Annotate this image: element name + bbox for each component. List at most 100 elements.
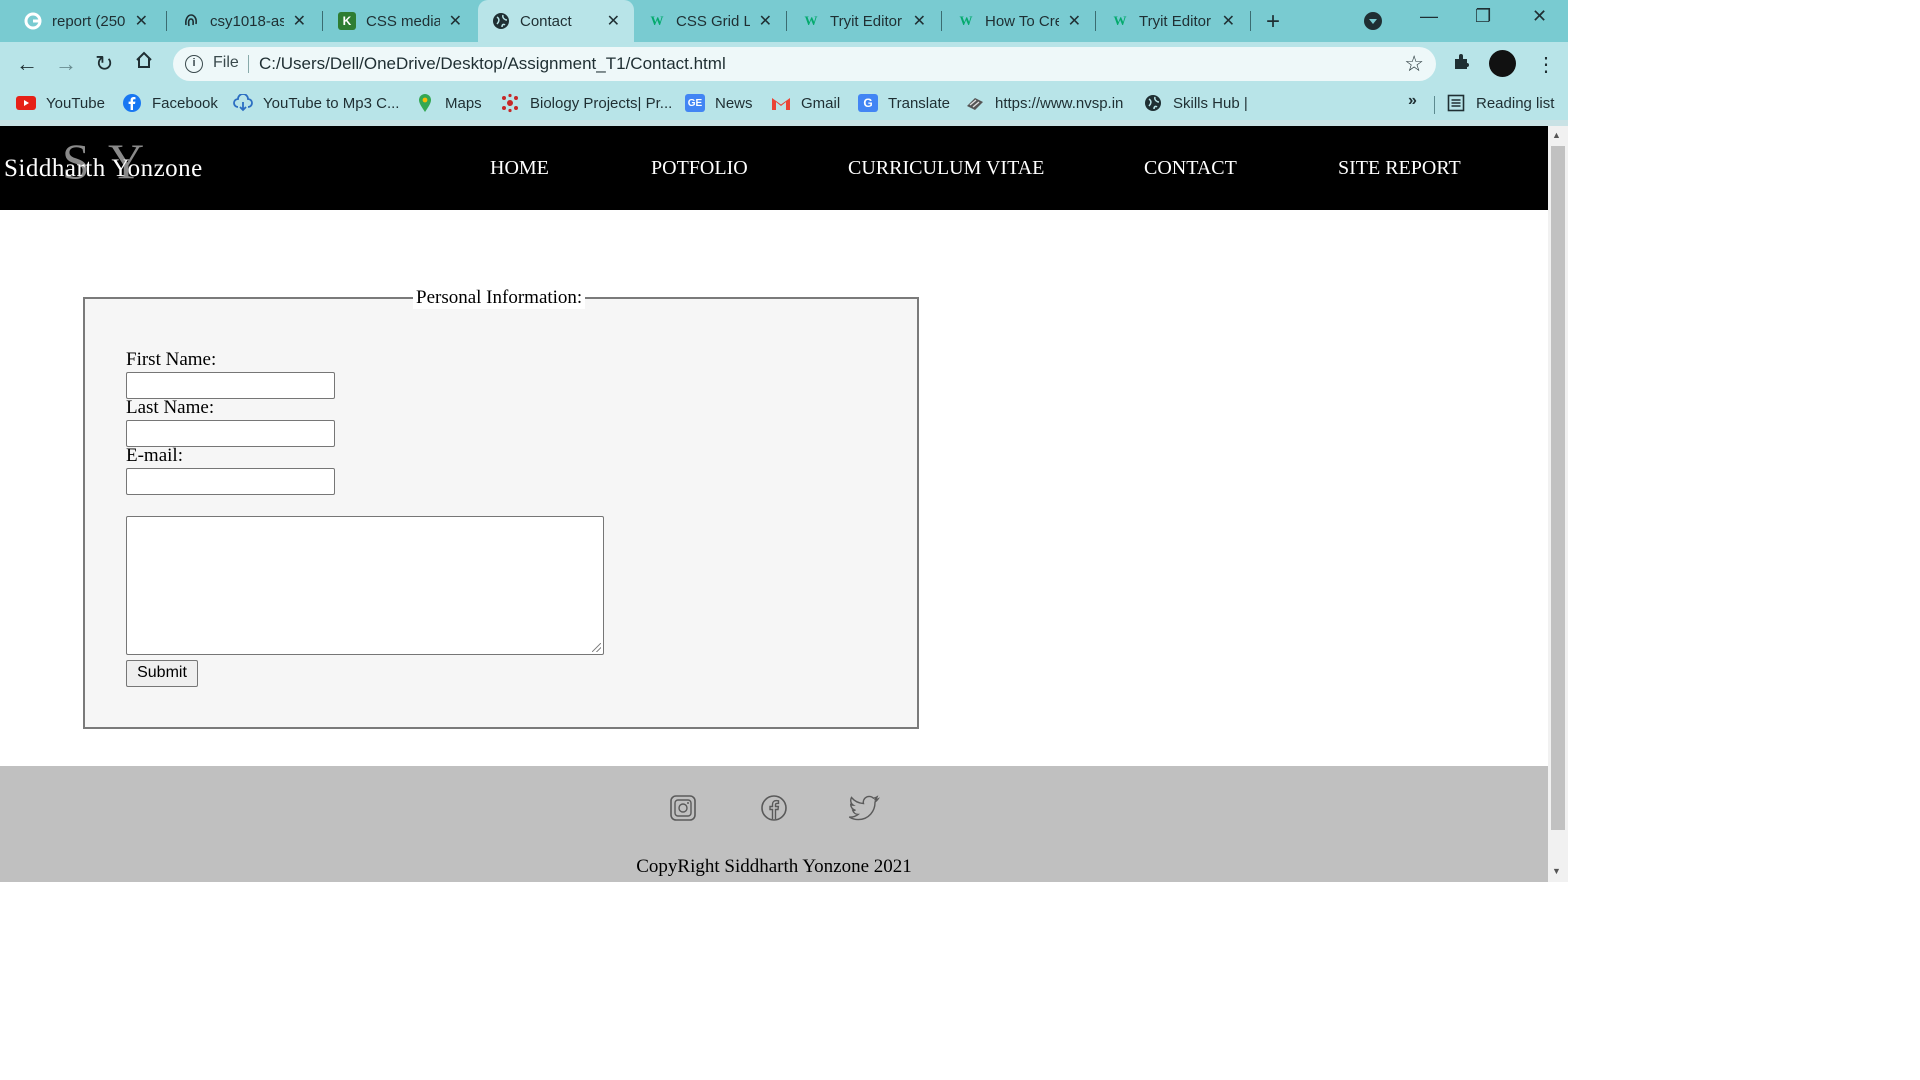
bookmarks-separator xyxy=(1434,96,1435,114)
scroll-down-arrow-icon[interactable]: ▼ xyxy=(1552,866,1561,876)
email-field[interactable] xyxy=(126,468,335,495)
bookmark-label: Translate xyxy=(888,94,950,112)
minimize-icon[interactable]: — xyxy=(1420,6,1438,27)
tab-contact[interactable]: Contact ✕ xyxy=(478,0,634,42)
nav-contact[interactable]: CONTACT xyxy=(1144,157,1237,180)
k-logo-icon: K xyxy=(338,12,356,30)
tab-separator xyxy=(1250,11,1251,31)
close-icon[interactable]: ✕ xyxy=(913,11,926,31)
tab-tryit-2[interactable]: W Tryit Editor ✕ xyxy=(1097,0,1249,42)
w3schools-icon: W xyxy=(959,13,973,28)
tab-separator xyxy=(1095,11,1096,31)
bookmark-label: Maps xyxy=(445,94,482,112)
close-icon[interactable]: ✕ xyxy=(759,11,772,31)
tab-how-to[interactable]: W How To Cre ✕ xyxy=(943,0,1095,42)
tab-search-icon[interactable] xyxy=(1364,12,1382,30)
back-arrow-icon[interactable]: ← xyxy=(16,51,38,77)
bookmark-skills-hub[interactable]: Skills Hub | xyxy=(1143,92,1248,114)
nav-home[interactable]: HOME xyxy=(490,157,549,180)
profile-avatar[interactable] xyxy=(1489,50,1516,77)
bookmark-biology[interactable]: Biology Projects| Pr... xyxy=(500,92,672,114)
close-icon[interactable]: ✕ xyxy=(1222,11,1235,31)
bookmark-nvsp[interactable]: https://www.nvsp.in xyxy=(965,92,1123,114)
extensions-puzzle-icon[interactable] xyxy=(1452,52,1472,78)
scroll-up-arrow-icon[interactable]: ▲ xyxy=(1552,130,1561,140)
google-icon xyxy=(24,12,42,30)
facebook-icon[interactable] xyxy=(760,794,788,822)
nav-portfolio[interactable]: POTFOLIO xyxy=(651,157,748,180)
nav-curriculum-vitae[interactable]: CURRICULUM VITAE xyxy=(848,157,1044,180)
bookmark-translate[interactable]: G Translate xyxy=(858,92,950,114)
first-name-label: First Name: xyxy=(126,349,217,370)
youtube-icon xyxy=(16,94,36,112)
copyright-text: CopyRight Siddharth Yonzone 2021 xyxy=(636,856,912,877)
close-icon[interactable]: ✕ xyxy=(607,11,620,31)
page-scrollbar[interactable]: ▲ ▼ xyxy=(1548,126,1568,882)
bookmark-gmail[interactable]: Gmail xyxy=(771,92,840,114)
scrollbar-thumb[interactable] xyxy=(1551,146,1565,830)
tab-css-grid[interactable]: W CSS Grid La ✕ xyxy=(634,0,786,42)
reading-list-icon xyxy=(1446,94,1466,112)
last-name-label: Last Name: xyxy=(126,397,215,418)
reload-icon[interactable]: ↻ xyxy=(95,51,113,77)
bookmarks-bar: YouTube Facebook YouTube to Mp3 C... Map… xyxy=(0,86,1568,120)
bookmark-label: Skills Hub | xyxy=(1173,94,1248,112)
tab-title: How To Cre xyxy=(985,12,1059,30)
submit-button[interactable]: Submit xyxy=(126,660,198,687)
tab-title: Contact xyxy=(520,12,572,30)
tab-tryit-1[interactable]: W Tryit Editor ✕ xyxy=(788,0,940,42)
menu-kebab-icon[interactable]: ⋮ xyxy=(1536,52,1556,77)
logo-name: Siddharth Yonzone xyxy=(4,155,203,182)
tab-report[interactable]: report (250 ✕ xyxy=(10,0,162,42)
forward-arrow-icon[interactable]: → xyxy=(55,51,77,77)
bookmark-facebook[interactable]: Facebook xyxy=(122,92,218,114)
bookmark-youtube-mp3[interactable]: YouTube to Mp3 C... xyxy=(233,92,399,114)
close-icon[interactable]: ✕ xyxy=(135,11,148,31)
browser-toolbar: ← → ↻ i File C:/Users/Dell/OneDrive/Desk… xyxy=(0,42,1568,86)
twitter-icon[interactable] xyxy=(848,794,881,822)
gmail-icon xyxy=(771,94,791,112)
nav-site-report[interactable]: SITE REPORT xyxy=(1338,157,1461,180)
biology-icon xyxy=(500,93,520,113)
info-icon[interactable]: i xyxy=(185,55,203,73)
address-bar[interactable]: i File C:/Users/Dell/OneDrive/Desktop/As… xyxy=(173,47,1436,81)
tab-css-media[interactable]: K CSS media q ✕ xyxy=(324,0,476,42)
first-name-field[interactable] xyxy=(126,372,335,399)
restore-icon[interactable]: ❐ xyxy=(1475,6,1491,27)
site-logo[interactable]: S Y Siddharth Yonzone xyxy=(4,133,244,194)
page-viewport: S Y Siddharth Yonzone HOME POTFOLIO CURR… xyxy=(0,126,1548,882)
window-close-icon[interactable]: ✕ xyxy=(1532,6,1547,27)
home-icon[interactable] xyxy=(134,50,154,76)
close-icon[interactable]: ✕ xyxy=(293,11,306,31)
last-name-field[interactable] xyxy=(126,420,335,447)
site-footer: CopyRight Siddharth Yonzone 2021 xyxy=(0,766,1548,882)
fingerprint-icon xyxy=(182,12,200,30)
tab-separator xyxy=(322,11,323,31)
reading-list[interactable]: Reading list xyxy=(1446,92,1554,114)
instagram-icon[interactable] xyxy=(669,794,697,822)
url-scheme: File xyxy=(213,54,239,71)
tab-separator xyxy=(786,11,787,31)
tab-title: Tryit Editor xyxy=(1139,12,1211,30)
address-divider xyxy=(248,55,249,73)
close-icon[interactable]: ✕ xyxy=(1068,11,1081,31)
tab-csy1018[interactable]: csy1018-ass ✕ xyxy=(168,0,320,42)
url-text[interactable]: C:/Users/Dell/OneDrive/Desktop/Assignmen… xyxy=(259,54,726,74)
chevron-double-right-icon[interactable]: » xyxy=(1408,92,1417,110)
bookmark-star-icon[interactable]: ☆ xyxy=(1404,51,1424,77)
maps-pin-icon xyxy=(415,94,435,112)
bookmark-maps[interactable]: Maps xyxy=(415,92,482,114)
new-tab-plus-icon[interactable]: + xyxy=(1266,8,1280,36)
bookmark-youtube[interactable]: YouTube xyxy=(16,92,105,114)
w3schools-icon: W xyxy=(1113,13,1127,28)
message-textarea[interactable] xyxy=(126,516,604,655)
close-icon[interactable]: ✕ xyxy=(449,11,462,31)
globe-icon xyxy=(1143,94,1163,112)
tab-title: report (250 xyxy=(52,12,126,30)
bookmark-news[interactable]: GE News xyxy=(685,92,753,114)
cloud-download-icon xyxy=(233,94,253,112)
tab-separator xyxy=(941,11,942,31)
bookmark-label: https://www.nvsp.in xyxy=(995,94,1124,112)
resize-grip-icon[interactable] xyxy=(592,643,601,652)
bookmark-label: Facebook xyxy=(152,94,218,112)
